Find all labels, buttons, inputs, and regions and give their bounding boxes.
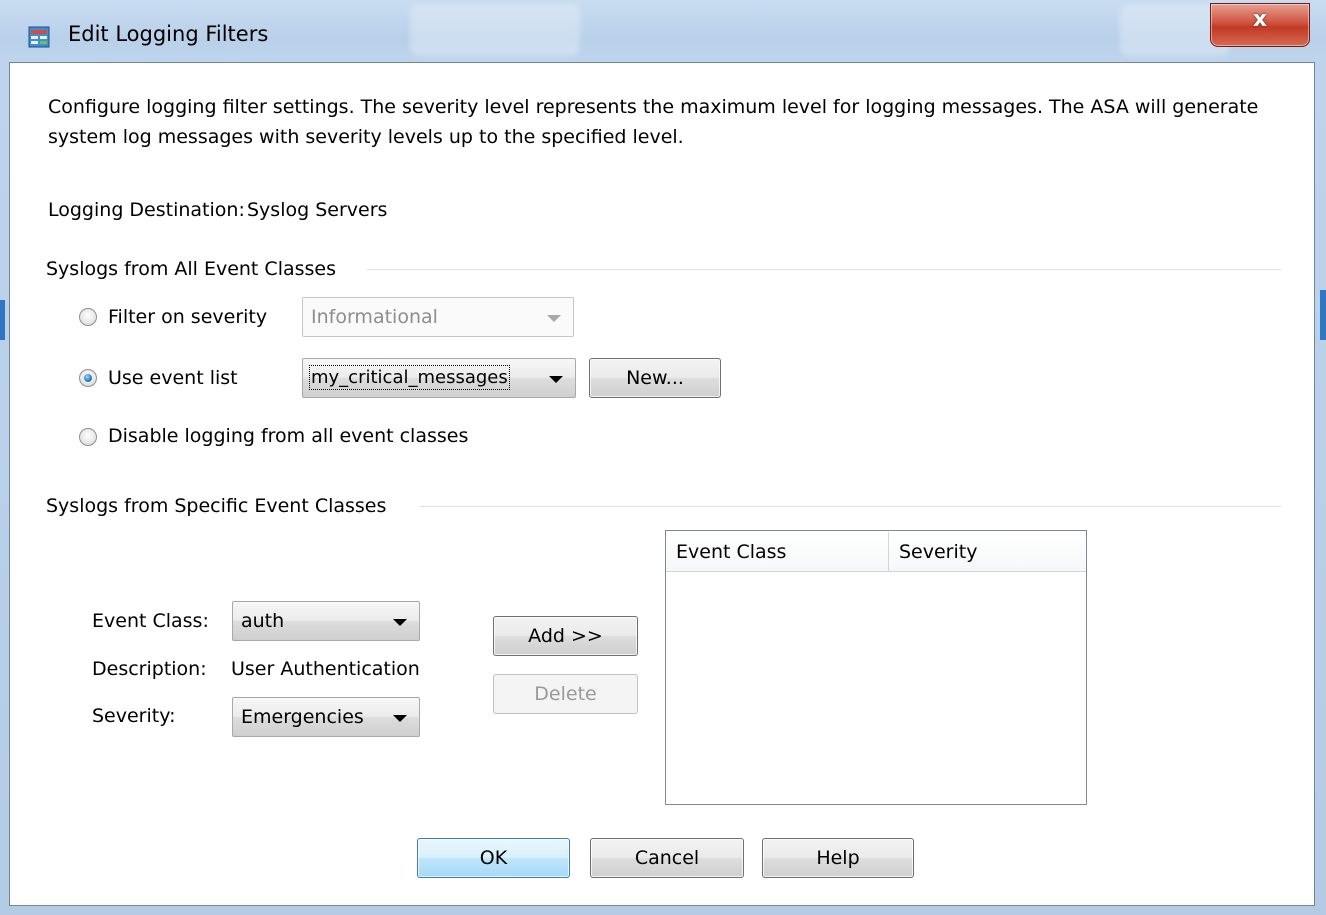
logging-destination-value: Syslog Servers bbox=[247, 199, 388, 221]
dialog-client-area: Configure logging filter settings. The s… bbox=[9, 62, 1315, 906]
logging-destination-label: Logging Destination: bbox=[48, 199, 245, 221]
window-title: Edit Logging Filters bbox=[68, 22, 269, 46]
new-event-list-button[interactable]: New... bbox=[589, 358, 721, 398]
filter-on-severity-label[interactable]: Filter on severity bbox=[108, 306, 267, 328]
cancel-button[interactable]: Cancel bbox=[590, 838, 744, 878]
event-list-select[interactable]: my_critical_messages bbox=[302, 358, 576, 398]
specific-event-classes-group-label: Syslogs from Specific Event Classes bbox=[46, 495, 387, 517]
add-button[interactable]: Add >> bbox=[493, 616, 638, 656]
use-event-list-radio[interactable] bbox=[79, 369, 97, 387]
filter-on-severity-radio[interactable] bbox=[79, 308, 97, 326]
background-window-edge bbox=[1320, 290, 1326, 340]
chevron-down-icon bbox=[547, 315, 561, 322]
close-button[interactable]: x bbox=[1210, 3, 1310, 47]
use-event-list-label[interactable]: Use event list bbox=[108, 367, 238, 389]
column-header-severity[interactable]: Severity bbox=[889, 532, 1086, 572]
disable-logging-radio[interactable] bbox=[79, 428, 97, 446]
column-header-event-class[interactable]: Event Class bbox=[666, 532, 889, 572]
event-list-select-value: my_critical_messages bbox=[309, 365, 510, 390]
ok-button[interactable]: OK bbox=[417, 838, 570, 878]
title-bar[interactable]: Edit Logging Filters x bbox=[0, 0, 1326, 62]
chevron-down-icon bbox=[393, 619, 407, 626]
disable-logging-label[interactable]: Disable logging from all event classes bbox=[108, 425, 468, 447]
event-class-select-value: auth bbox=[241, 610, 285, 632]
event-class-label: Event Class: bbox=[92, 610, 209, 632]
help-button[interactable]: Help bbox=[762, 838, 914, 878]
group-divider bbox=[420, 506, 1281, 508]
event-severity-select-value: Emergencies bbox=[241, 706, 364, 728]
title-bar-reflection bbox=[410, 4, 580, 56]
all-event-classes-group-label: Syslogs from All Event Classes bbox=[46, 258, 337, 280]
description-label: Description: bbox=[92, 658, 207, 680]
severity-select-value: Informational bbox=[311, 306, 438, 328]
intro-text: Configure logging filter settings. The s… bbox=[48, 96, 1259, 148]
description-value: User Authentication bbox=[231, 658, 420, 680]
close-icon: x bbox=[1252, 7, 1268, 32]
event-class-table[interactable]: Event Class Severity bbox=[665, 530, 1087, 805]
event-severity-select[interactable]: Emergencies bbox=[232, 697, 420, 737]
app-icon bbox=[28, 26, 50, 48]
chevron-down-icon bbox=[549, 376, 563, 383]
severity-select: Informational bbox=[302, 297, 574, 337]
event-class-select[interactable]: auth bbox=[232, 601, 420, 641]
severity-label: Severity: bbox=[92, 705, 176, 727]
delete-button: Delete bbox=[493, 674, 638, 714]
chevron-down-icon bbox=[393, 715, 407, 722]
group-divider bbox=[367, 269, 1281, 271]
edit-logging-filters-dialog: Edit Logging Filters x Configure logging… bbox=[0, 0, 1326, 915]
background-window-edge bbox=[0, 300, 5, 340]
